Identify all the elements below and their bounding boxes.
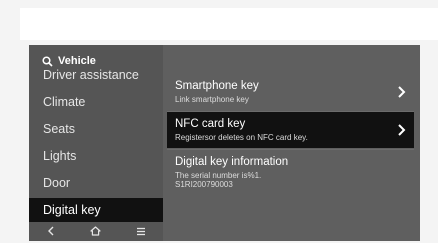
back-icon[interactable] xyxy=(34,221,68,241)
sidebar-item-label: Lights xyxy=(43,149,77,163)
sidebar-item-label: Door xyxy=(43,176,71,190)
sidebar-item-seats[interactable]: Seats xyxy=(29,117,163,141)
digital-key-information-row[interactable]: Digital key information The serial numbe… xyxy=(167,150,414,194)
row-title: Smartphone key xyxy=(175,80,259,92)
row-subtitle: The serial number is%1. xyxy=(175,171,262,180)
sidebar-item-climate[interactable]: Climate xyxy=(29,90,163,114)
row-title: NFC card key xyxy=(175,118,246,130)
smartphone-key-row[interactable]: Smartphone key Link smartphone key xyxy=(167,74,414,110)
serial-number: S1RI200790003 xyxy=(175,180,233,189)
row-title: Digital key information xyxy=(175,156,289,168)
sidebar-item-digital-key[interactable]: Digital key xyxy=(29,198,163,222)
nfc-card-key-row[interactable]: NFC card key Registersor deletes on NFC … xyxy=(167,112,414,148)
top-bar xyxy=(20,8,438,40)
sidebar-item-label: Seats xyxy=(43,122,75,136)
sidebar-item-label: Driver assistance xyxy=(43,68,139,82)
sidebar-item-door[interactable]: Door xyxy=(29,171,163,195)
bottom-nav xyxy=(29,221,163,241)
chevron-right-icon xyxy=(396,85,406,99)
sidebar-item-label: Climate xyxy=(43,95,86,109)
menu-icon[interactable] xyxy=(124,221,158,241)
row-subtitle: Registersor deletes on NFC card key. xyxy=(175,133,308,142)
home-icon[interactable] xyxy=(79,221,113,241)
settings-panel: Smartphone key Link smartphone key NFC c… xyxy=(167,45,414,241)
sidebar: Vehicle Driver assistance Climate Seats … xyxy=(29,45,163,241)
row-subtitle: Link smartphone key xyxy=(175,95,249,104)
chevron-right-icon xyxy=(396,123,406,137)
vehicle-settings-screen: Vehicle Driver assistance Climate Seats … xyxy=(29,45,420,241)
sidebar-item-driver-assistance[interactable]: Driver assistance xyxy=(29,63,163,87)
sidebar-item-label: Digital key xyxy=(43,203,101,217)
sidebar-item-lights[interactable]: Lights xyxy=(29,144,163,168)
